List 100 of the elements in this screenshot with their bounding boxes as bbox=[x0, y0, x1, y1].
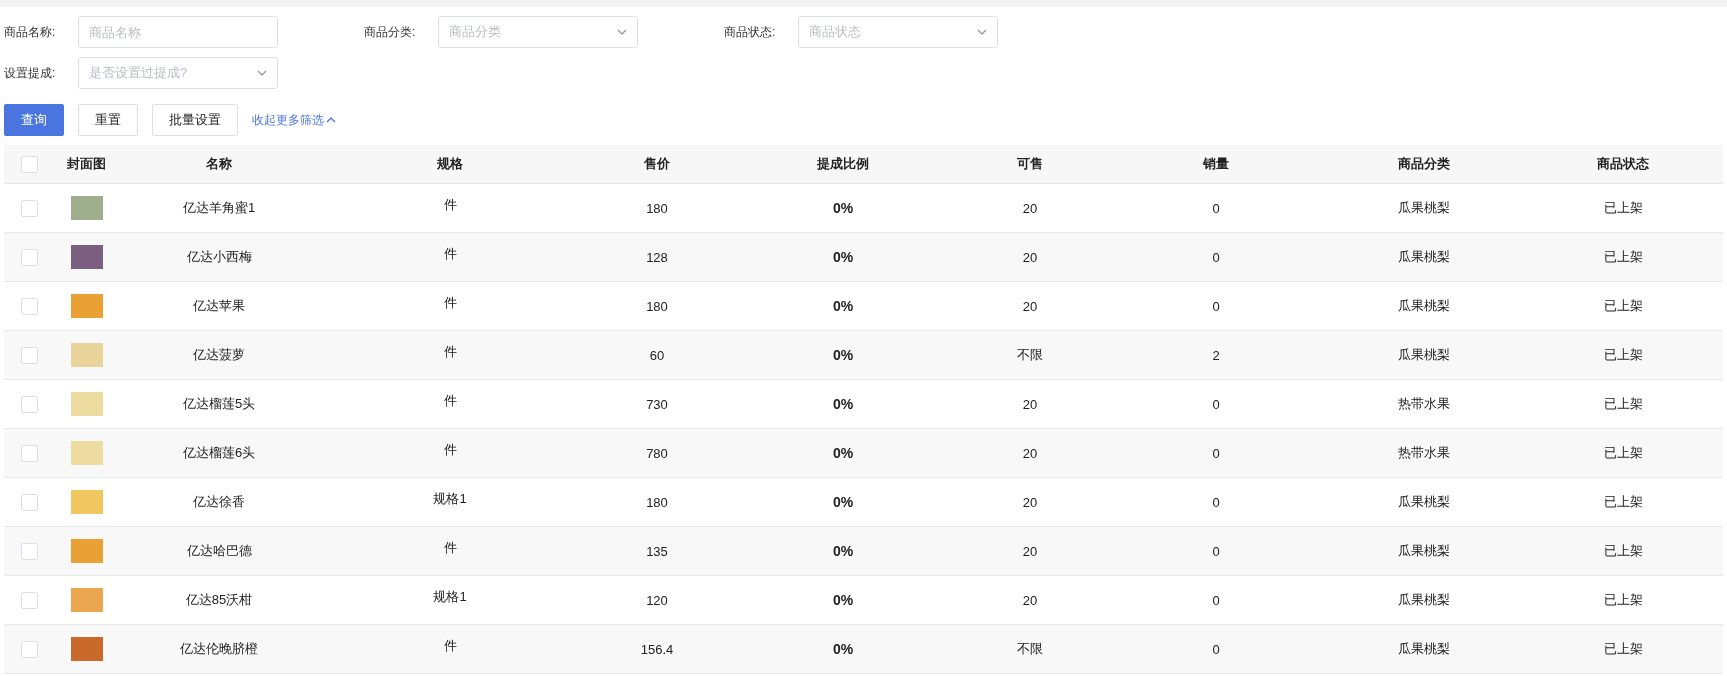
checkbox[interactable] bbox=[20, 155, 38, 173]
table-cell-text: 瓜果桃梨 bbox=[1397, 297, 1451, 315]
checkbox[interactable] bbox=[20, 248, 38, 266]
column-header: 规格 bbox=[436, 155, 464, 173]
table-cell-text: 亿达羊角蜜1 bbox=[181, 199, 257, 217]
query-button[interactable]: 查询 bbox=[4, 104, 64, 136]
photo-placeholder bbox=[70, 441, 103, 465]
action-button[interactable]: 批量设置 bbox=[152, 104, 238, 136]
column-header: 可售 bbox=[1016, 155, 1044, 173]
table-cell-text: 0 bbox=[1211, 200, 1221, 216]
table-cell-text: 0% bbox=[831, 298, 855, 314]
table-cell-text: 20 bbox=[1021, 543, 1039, 559]
table-cell-text: 180 bbox=[645, 200, 669, 216]
column-header: 商品状态 bbox=[1596, 155, 1650, 173]
table-cell-text: 20 bbox=[1021, 396, 1039, 412]
checkbox[interactable] bbox=[20, 199, 38, 217]
table-cell-text: 0 bbox=[1211, 494, 1221, 510]
checkbox[interactable] bbox=[20, 346, 38, 364]
table-cell-text: 0 bbox=[1211, 396, 1221, 412]
table-cell-text: 20 bbox=[1021, 445, 1039, 461]
table-cell-text: 亿达徐香 bbox=[192, 493, 246, 511]
chevron-down-icon bbox=[977, 29, 987, 35]
table-cell-text: 135 bbox=[645, 543, 669, 559]
photo-placeholder bbox=[70, 588, 103, 612]
table-cell-text: 780 bbox=[645, 445, 669, 461]
column-header: 封面图 bbox=[66, 155, 107, 173]
table-cell-text: 156.4 bbox=[639, 641, 675, 657]
table-cell-text: 亿达榴莲5头 bbox=[181, 395, 257, 413]
table-cell-text: 20 bbox=[1021, 592, 1039, 608]
filter-label: 设置提成: bbox=[4, 64, 57, 82]
photo-placeholder bbox=[70, 245, 103, 269]
photo-placeholder bbox=[70, 343, 103, 367]
table-cell-text: 0% bbox=[831, 249, 855, 265]
table-cell-text: 已上架 bbox=[1602, 640, 1644, 658]
table-cell-text: 0% bbox=[831, 494, 855, 510]
checkbox[interactable] bbox=[20, 493, 38, 511]
table-cell-text: 0 bbox=[1211, 445, 1221, 461]
table-cell-text: 已上架 bbox=[1602, 591, 1644, 609]
table-cell-text: 瓜果桃梨 bbox=[1397, 199, 1451, 217]
table-cell-text: 0% bbox=[831, 200, 855, 216]
table-cell-text: 已上架 bbox=[1602, 199, 1644, 217]
table-cell-text: 亿达榴莲6头 bbox=[181, 444, 257, 462]
table-cell-text: 件 bbox=[442, 294, 458, 312]
table-cell-text: 件 bbox=[442, 637, 458, 655]
table-cell-text: 规格1 bbox=[432, 588, 468, 606]
photo-placeholder bbox=[70, 196, 103, 220]
table-cell-text: 已上架 bbox=[1602, 395, 1644, 413]
filter-label: 商品状态: bbox=[724, 23, 777, 41]
input-field[interactable]: 商品名称 bbox=[78, 16, 278, 48]
checkbox[interactable] bbox=[20, 542, 38, 560]
table-cell-text: 瓜果桃梨 bbox=[1397, 248, 1451, 266]
table-cell-text: 件 bbox=[442, 392, 458, 410]
checkbox[interactable] bbox=[20, 395, 38, 413]
table-cell-text: 0% bbox=[831, 641, 855, 657]
checkbox[interactable] bbox=[20, 591, 38, 609]
table-cell-text: 亿达苹果 bbox=[192, 297, 246, 315]
table-cell-text: 亿达菠萝 bbox=[192, 346, 246, 364]
column-header: 提成比例 bbox=[816, 155, 870, 173]
table-cell-text: 0% bbox=[831, 592, 855, 608]
table-cell-text: 0 bbox=[1211, 641, 1221, 657]
chevron-down-icon bbox=[257, 70, 267, 76]
table-cell-text: 已上架 bbox=[1602, 444, 1644, 462]
table-cell-text: 0 bbox=[1211, 592, 1221, 608]
table-cell-text: 件 bbox=[442, 539, 458, 557]
table-cell-text: 不限 bbox=[1016, 640, 1044, 658]
photo-placeholder bbox=[70, 392, 103, 416]
checkbox[interactable] bbox=[20, 297, 38, 315]
table-cell-text: 120 bbox=[645, 592, 669, 608]
table-cell-text: 128 bbox=[645, 249, 669, 265]
collapse-filters-link[interactable]: 收起更多筛选 bbox=[252, 111, 336, 129]
table-cell-text: 0% bbox=[831, 347, 855, 363]
checkbox[interactable] bbox=[20, 444, 38, 462]
table-cell-text: 瓜果桃梨 bbox=[1397, 640, 1451, 658]
photo-placeholder bbox=[70, 637, 103, 661]
filter-label: 商品分类: bbox=[364, 23, 417, 41]
table-cell-text: 60 bbox=[648, 347, 666, 363]
column-header: 商品分类 bbox=[1397, 155, 1451, 173]
table-cell-text: 180 bbox=[645, 494, 669, 510]
table-cell-text: 20 bbox=[1021, 200, 1039, 216]
checkbox[interactable] bbox=[20, 640, 38, 658]
table-cell-text: 亿达小西梅 bbox=[185, 248, 253, 266]
table-cell-text: 件 bbox=[442, 196, 458, 214]
table-cell-text: 0 bbox=[1211, 249, 1221, 265]
table-cell-text: 已上架 bbox=[1602, 297, 1644, 315]
column-header: 销量 bbox=[1201, 155, 1230, 173]
action-button[interactable]: 重置 bbox=[78, 104, 138, 136]
table-cell-text: 已上架 bbox=[1602, 248, 1644, 266]
table-cell-text: 亿达哈巴德 bbox=[185, 542, 253, 560]
table-cell-text: 热带水果 bbox=[1397, 395, 1451, 413]
table-cell-text: 不限 bbox=[1016, 346, 1044, 364]
table-cell-text: 20 bbox=[1021, 249, 1039, 265]
table-cell-text: 亿达伦晚脐橙 bbox=[179, 640, 259, 658]
table-cell-text: 2 bbox=[1211, 347, 1221, 363]
table-cell-text: 件 bbox=[442, 245, 458, 263]
chevron-up-icon bbox=[326, 117, 336, 123]
table-cell-text: 0 bbox=[1211, 543, 1221, 559]
table-cell-text: 20 bbox=[1021, 494, 1039, 510]
table-cell-text: 瓜果桃梨 bbox=[1397, 346, 1451, 364]
table-cell-text: 0% bbox=[831, 445, 855, 461]
table-cell-text: 已上架 bbox=[1602, 346, 1644, 364]
